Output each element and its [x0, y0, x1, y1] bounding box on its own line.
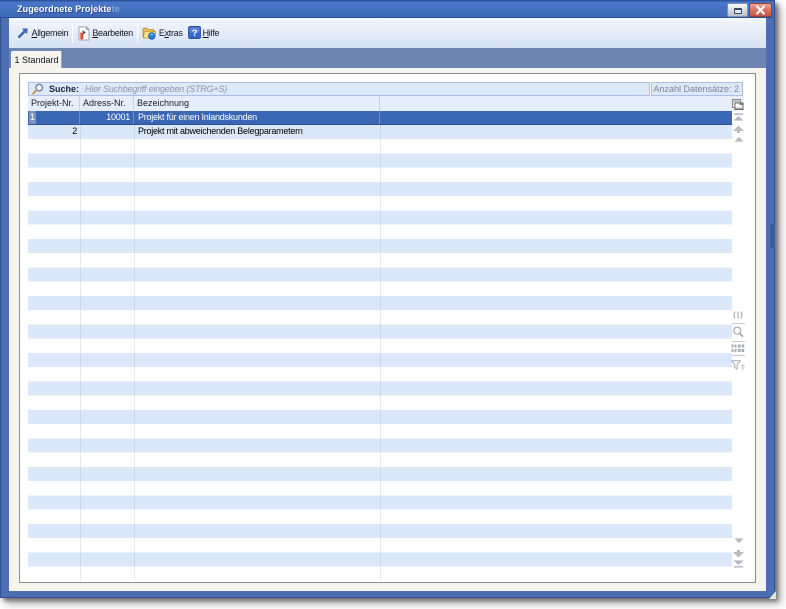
svg-text:?: ?: [191, 28, 197, 39]
